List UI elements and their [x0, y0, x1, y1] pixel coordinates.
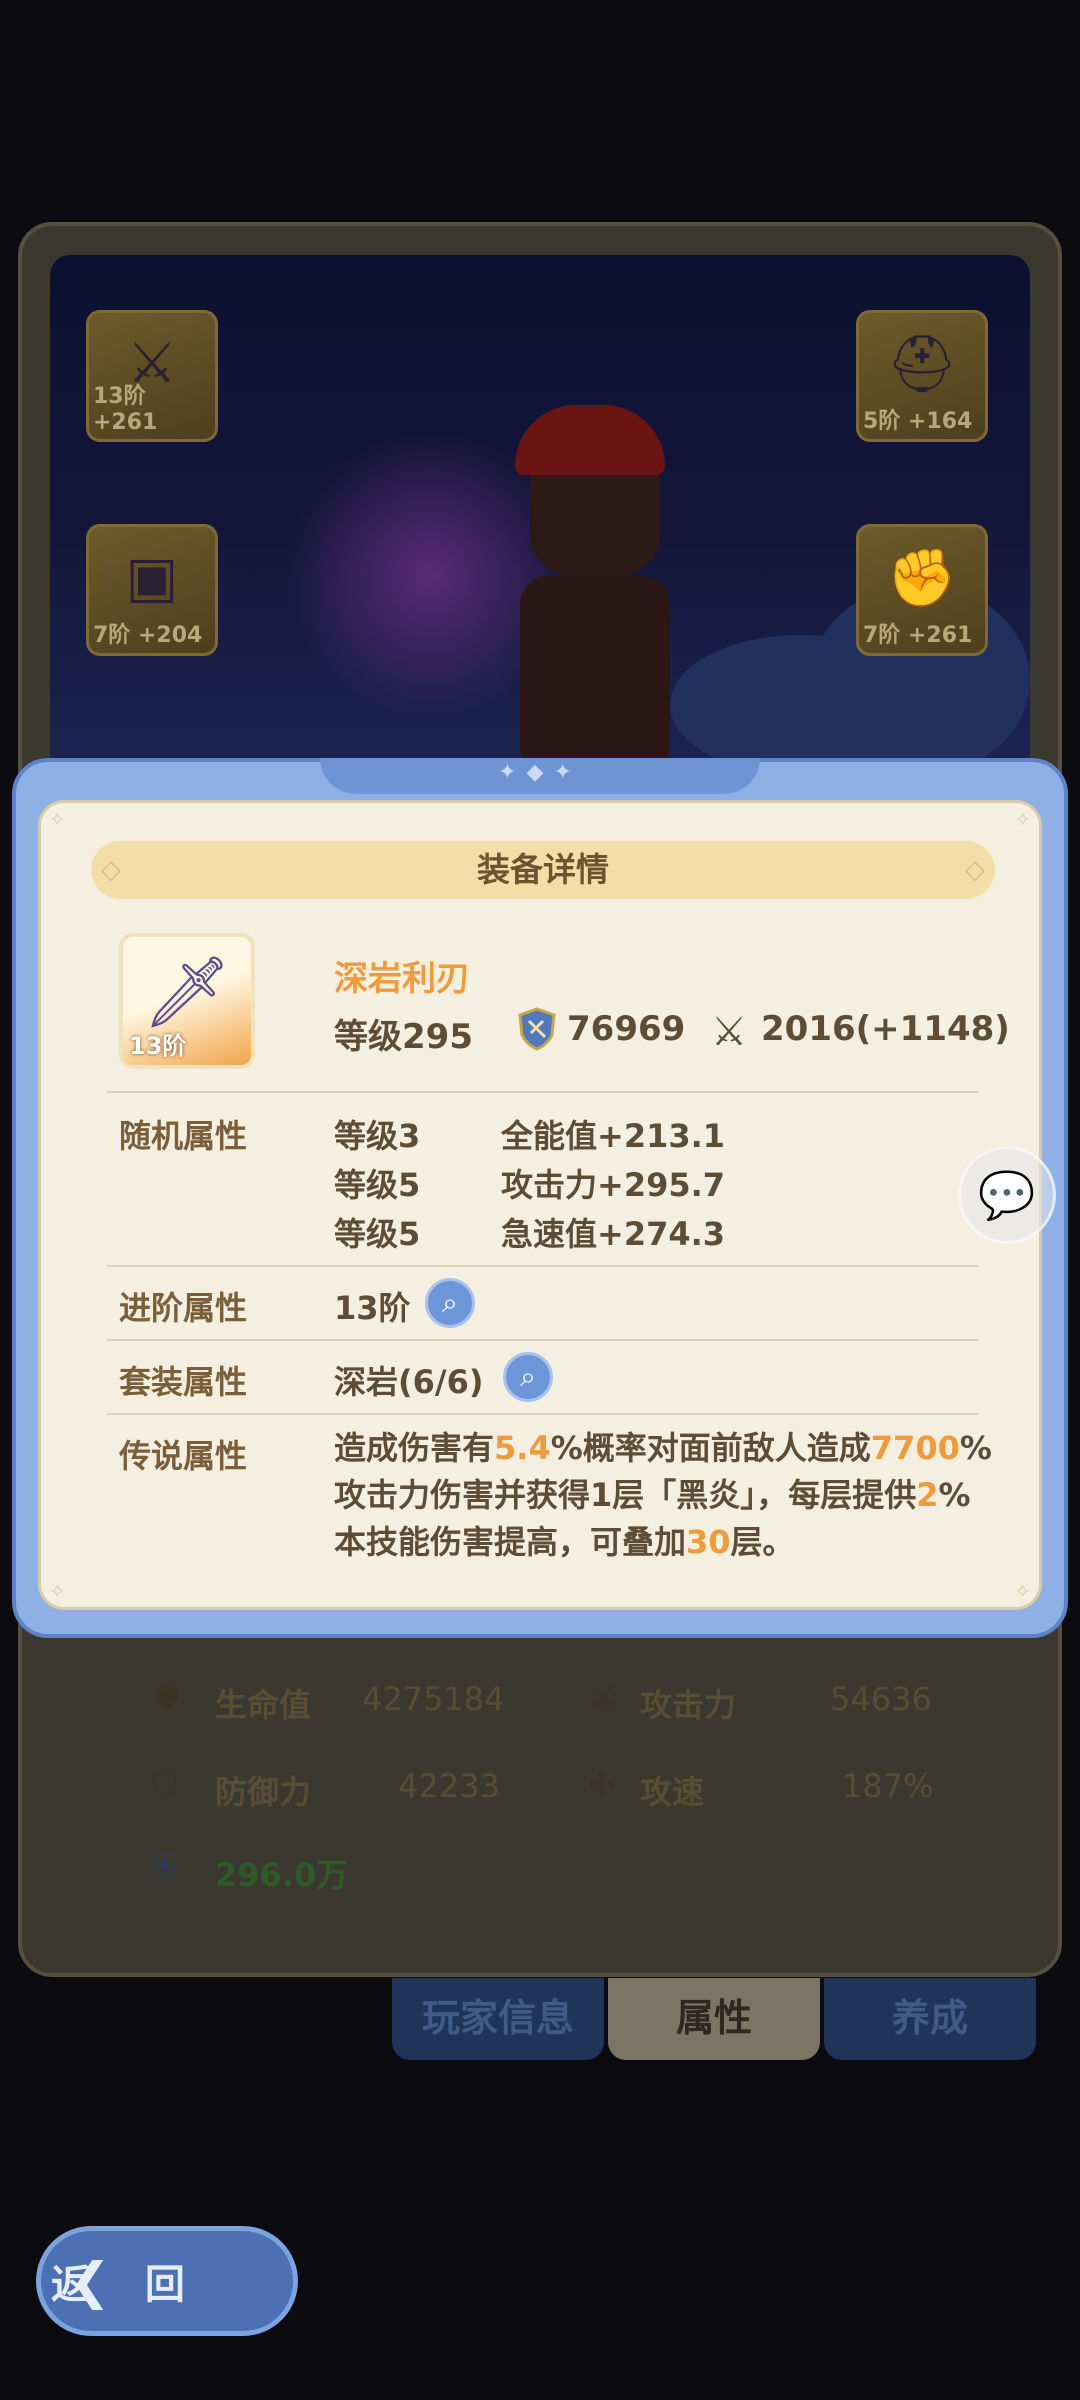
legend-attrs-label: 传说属性: [119, 1437, 248, 1475]
corner-ornament-icon: ✧: [1014, 807, 1031, 831]
random-attr-stat: 全能值+213.1: [501, 1117, 726, 1155]
back-label: 返 回: [51, 2262, 205, 2308]
advance-attrs-value: 13阶: [334, 1289, 411, 1327]
atk-value: 54636: [830, 1680, 932, 1718]
advance-attrs-label: 进阶属性: [119, 1289, 248, 1327]
legend-highlight: 7700: [870, 1429, 960, 1467]
legend-highlight: 30: [686, 1523, 731, 1561]
zoom-set-button[interactable]: ⌕: [503, 1352, 553, 1402]
set-attrs-label: 套装属性: [119, 1363, 248, 1401]
legend-text-part: 造成伤害有: [334, 1429, 495, 1467]
modal-notch: ✦◆✦: [320, 758, 760, 794]
item-attack: 2016(+1148): [761, 1009, 1010, 1049]
attack-speed-icon: ✣: [588, 1765, 617, 1805]
spd-value: 187%: [842, 1767, 934, 1805]
equip-slot-helmet[interactable]: ⛑ 5阶 +164: [856, 310, 988, 442]
random-attr-level: 等级5: [334, 1166, 421, 1204]
def-value: 42233: [398, 1767, 500, 1805]
shield-icon: ⛉: [152, 1767, 178, 1807]
hero-body: [520, 575, 670, 775]
equip-slot-label: 5阶 +164: [863, 409, 973, 434]
equip-slot-weapon[interactable]: ⚔ 13阶 +261: [86, 310, 218, 442]
set-attrs-value: 深岩(6/6): [334, 1363, 484, 1401]
character-stats: ♥ 生命值 4275184 ⚔ 攻击力 54636 ⛉ 防御力 42233 ✣ …: [40, 1630, 1040, 1960]
random-attr-level: 等级3: [334, 1117, 421, 1155]
hero-hat: [515, 405, 665, 475]
item-power: 76969: [567, 1009, 686, 1049]
equipment-detail-modal: ✦◆✦ ✧ ✧ ✧ ✧ ◇ 装备详情 ◇ 🗡 13阶 深岩利刃 等级295 76…: [12, 758, 1068, 1638]
crossed-swords-icon: ⚔: [588, 1678, 619, 1718]
tab-attributes[interactable]: 属性: [608, 1978, 820, 2060]
crossed-swords-icon: ⚔: [711, 1009, 747, 1055]
tab-player-info[interactable]: 玩家信息: [392, 1978, 604, 2060]
diamond-icon: ◇: [965, 855, 985, 885]
power-shield-icon: [518, 1007, 556, 1051]
power-shield-icon: ⛨: [152, 1848, 178, 1888]
item-level: 等级295: [334, 1017, 473, 1057]
item-icon: 🗡 13阶: [119, 933, 255, 1069]
power-total: 296.0万: [215, 1856, 349, 1894]
legend-text-part: 层。: [730, 1523, 795, 1561]
spd-label: 攻速: [640, 1773, 705, 1811]
diamond-ornament-icon: ✦◆✦: [498, 760, 582, 785]
legend-text-part: %概率对面前敌人造成: [550, 1429, 871, 1467]
def-label: 防御力: [215, 1773, 312, 1811]
hp-label: 生命值: [215, 1686, 312, 1724]
magnifier-icon: ⌕: [442, 1286, 458, 1319]
divider: [107, 1265, 979, 1267]
legend-attrs-text: 造成伤害有5.4%概率对面前敌人造成7700%攻击力伤害并获得1层「黑炎」，每层…: [334, 1425, 994, 1566]
magnifier-icon: ⌕: [520, 1360, 536, 1393]
random-attrs-label: 随机属性: [119, 1117, 248, 1155]
modal-title: 装备详情: [477, 850, 609, 889]
equip-slot-gauntlet[interactable]: ✊ 7阶 +261: [856, 524, 988, 656]
corner-ornament-icon: ✧: [49, 807, 66, 831]
equip-slot-label: 7阶 +261: [863, 623, 973, 648]
random-attr-stat: 攻击力+295.7: [501, 1166, 726, 1204]
legend-highlight: 5.4: [494, 1429, 551, 1467]
modal-title-bar: ◇ 装备详情 ◇: [91, 841, 995, 899]
hp-value: 4275184: [362, 1680, 505, 1718]
item-name: 深岩利刃: [334, 959, 470, 999]
corner-ornament-icon: ✧: [1014, 1579, 1031, 1603]
equip-slot-armor[interactable]: ▣ 7阶 +204: [86, 524, 218, 656]
item-tier-label: 13阶: [129, 1032, 187, 1060]
divider: [107, 1413, 979, 1415]
legend-highlight: 2: [916, 1476, 939, 1514]
chat-button[interactable]: 💬: [958, 1146, 1056, 1244]
sword-icon: 🗡: [142, 951, 232, 1033]
random-attr-level: 等级5: [334, 1215, 421, 1253]
chat-bubble-icon: 💬: [978, 1168, 1036, 1222]
random-attr-stat: 急速值+274.3: [501, 1215, 726, 1253]
equip-slot-label: 7阶 +204: [93, 623, 203, 648]
helmet-icon: ⛑: [886, 332, 958, 397]
gauntlet-icon: ✊: [887, 546, 957, 611]
diamond-icon: ◇: [101, 855, 121, 885]
atk-label: 攻击力: [640, 1686, 737, 1724]
back-button[interactable]: ❮ 返 回: [36, 2226, 298, 2336]
zoom-advance-button[interactable]: ⌕: [425, 1278, 475, 1328]
divider: [107, 1091, 979, 1093]
tab-develop[interactable]: 养成: [824, 1978, 1036, 2060]
corner-ornament-icon: ✧: [49, 1579, 66, 1603]
equip-slot-label: 13阶 +261: [93, 384, 158, 435]
heart-icon: ♥: [152, 1680, 183, 1720]
armor-icon: ▣: [125, 545, 179, 610]
modal-content: ✧ ✧ ✧ ✧ ◇ 装备详情 ◇ 🗡 13阶 深岩利刃 等级295 76969 …: [38, 800, 1042, 1610]
divider: [107, 1339, 979, 1341]
